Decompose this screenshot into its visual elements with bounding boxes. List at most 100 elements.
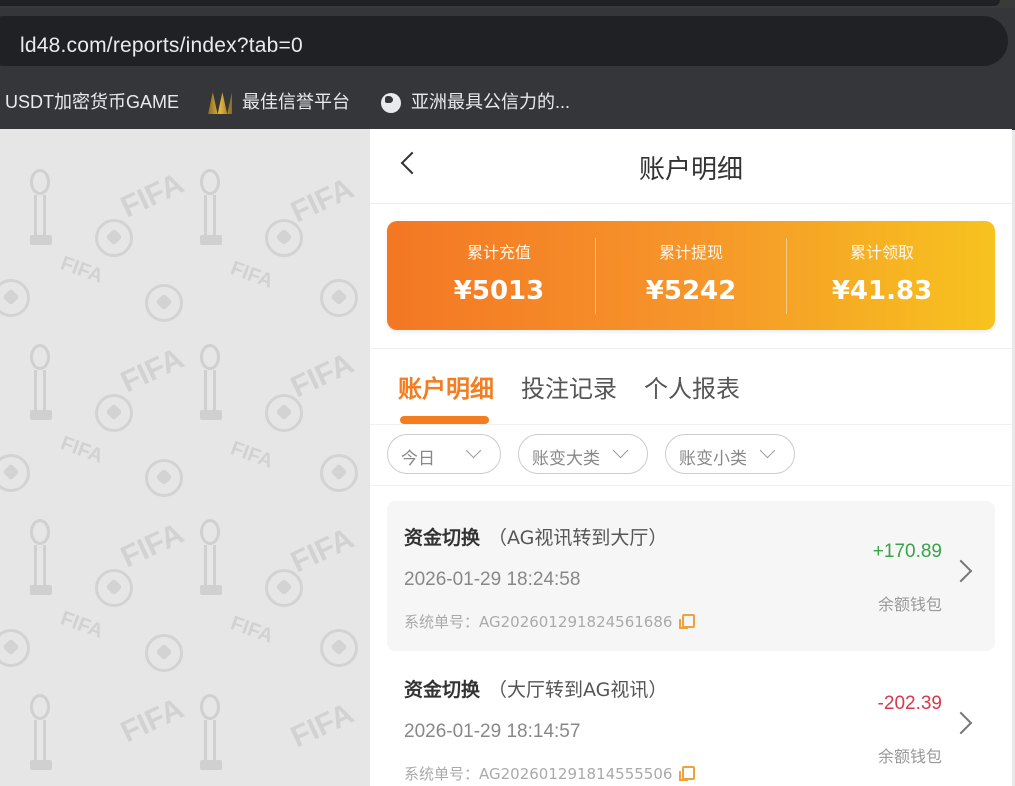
filter-label: 账变大类: [532, 449, 600, 469]
chevron-down-icon: [759, 442, 776, 459]
order-label: 系统单号：: [404, 613, 480, 631]
order-number: 系统单号：AG202601291824561686: [404, 611, 696, 632]
account-detail-panel: 账户明细 累计充值 ¥5013 累计提现 ¥5242 累计领取 ¥41.83 账…: [370, 129, 1012, 786]
stat-total-deposit: 累计充值 ¥5013: [404, 221, 594, 330]
order-value: AG202601291824561686: [479, 613, 673, 631]
fifa-watermark: FIFA: [115, 516, 189, 575]
active-tab-indicator: [400, 416, 489, 424]
soccer-ball-icon: [265, 569, 303, 607]
transaction-list: 资金切换 （AG视讯转到大厅） 2026-01-29 18:24:58 系统单号：…: [370, 486, 1012, 786]
bookmarks-bar: USDT加密货币GAME 最佳信誉平台 亚洲最具公信力的...: [0, 72, 1015, 130]
tab-account-detail[interactable]: 账户明细: [398, 369, 494, 404]
date-filter-dropdown[interactable]: 今日: [387, 434, 501, 474]
chevron-down-icon: [465, 442, 482, 459]
stat-label: 累计充值: [466, 243, 531, 262]
soccer-ball-icon: [145, 459, 183, 497]
soccer-ball-icon: [265, 394, 303, 432]
fifa-watermark: FIFA: [227, 437, 276, 473]
chevron-down-icon: [612, 442, 629, 459]
order-number: 系统单号：AG202601291814555506: [404, 763, 696, 784]
filter-bar: 今日 账变大类 账变小类: [370, 424, 1012, 485]
fifa-watermark: FIFA: [115, 166, 189, 225]
trophy-icon: [200, 694, 222, 774]
soccer-ball-icon: [320, 629, 358, 667]
transaction-amount: +170.89: [872, 541, 942, 562]
trophy-icon: [30, 519, 52, 599]
bookmark-usdt-game[interactable]: USDT加密货币GAME: [5, 88, 179, 114]
soccer-ball-icon: [265, 219, 303, 257]
browser-tab[interactable]: [0, 0, 1000, 6]
subcategory-filter-dropdown[interactable]: 账变小类: [665, 434, 795, 474]
stat-value: ¥5242: [645, 276, 737, 306]
transaction-detail: （大厅转到AG视讯）: [488, 679, 668, 701]
soccer-ball-icon: [0, 279, 30, 317]
fifa-watermark: FIFA: [227, 257, 276, 293]
fifa-watermark: FIFA: [57, 607, 106, 643]
filter-label: 账变小类: [679, 449, 747, 469]
transaction-row[interactable]: 资金切换 （大厅转到AG视讯） 2026-01-29 18:14:57 系统单号：…: [387, 653, 995, 786]
soccer-ball-icon: [0, 454, 30, 492]
chevron-right-icon[interactable]: [949, 711, 973, 735]
copy-icon[interactable]: [679, 766, 696, 781]
gold-logo-icon: [208, 92, 232, 115]
tab-personal-report[interactable]: 个人报表: [644, 369, 740, 404]
trophy-icon: [30, 694, 52, 774]
transaction-time: 2026-01-29 18:24:58: [404, 569, 581, 590]
soccer-ball-icon: [320, 279, 358, 317]
bookmark-asia-trusted[interactable]: 亚洲最具公信力的...: [381, 88, 570, 114]
soccer-ball-icon: [95, 219, 133, 257]
fifa-watermark: FIFA: [285, 696, 359, 755]
stat-total-withdraw: 累计提现 ¥5242: [596, 221, 786, 330]
fifa-watermark: FIFA: [115, 341, 189, 400]
background-pattern: FIFA FIFA FIFA FIFA FIFA FIFA FIFA FIFA …: [0, 129, 370, 786]
fifa-watermark: FIFA: [285, 346, 359, 405]
soccer-ball-icon: [145, 634, 183, 672]
transaction-title: 资金切换 （大厅转到AG视讯）: [404, 675, 667, 702]
transaction-title: 资金切换 （AG视讯转到大厅）: [404, 523, 667, 550]
chevron-right-icon[interactable]: [949, 559, 973, 583]
page-header: 账户明细: [370, 129, 1012, 204]
fifa-watermark: FIFA: [115, 691, 189, 750]
filter-label: 今日: [401, 449, 435, 469]
bookmark-best-platform[interactable]: 最佳信誉平台: [208, 88, 350, 115]
transaction-type: 资金切换: [404, 679, 481, 701]
summary-card: 累计充值 ¥5013 累计提现 ¥5242 累计领取 ¥41.83: [387, 221, 995, 330]
soccer-ball-icon: [145, 284, 183, 322]
trophy-icon: [200, 519, 222, 599]
tab-strip: [0, 0, 1015, 8]
tab-bet-records[interactable]: 投注记录: [521, 369, 617, 404]
wallet-label: 余额钱包: [877, 747, 942, 766]
url-text[interactable]: ld48.com/reports/index?tab=0: [20, 34, 303, 58]
page-title: 账户明细: [638, 155, 743, 185]
transaction-type: 资金切换: [404, 527, 481, 549]
fifa-watermark: FIFA: [285, 171, 359, 230]
copy-icon[interactable]: [679, 614, 696, 629]
fifa-watermark: FIFA: [227, 612, 276, 648]
stat-total-claimed: 累计领取 ¥41.83: [787, 221, 977, 330]
transaction-time: 2026-01-29 18:14:57: [404, 721, 581, 742]
fifa-watermark: FIFA: [57, 252, 106, 288]
stat-label: 累计领取: [849, 243, 914, 262]
order-label: 系统单号：: [404, 765, 480, 783]
order-value: AG202601291814555506: [479, 765, 673, 783]
soccer-ball-icon: [0, 629, 30, 667]
trophy-icon: [200, 169, 222, 249]
stat-label: 累计提现: [658, 243, 723, 262]
fifa-watermark: FIFA: [285, 521, 359, 580]
soccer-ball-icon: [95, 569, 133, 607]
stat-value: ¥5013: [453, 276, 545, 306]
trophy-icon: [30, 169, 52, 249]
transaction-detail: （AG视讯转到大厅）: [488, 527, 668, 549]
category-filter-dropdown[interactable]: 账变大类: [518, 434, 648, 474]
transaction-amount: -202.39: [877, 693, 942, 714]
trophy-icon: [30, 344, 52, 424]
address-bar: ld48.com/reports/index?tab=0: [0, 8, 1015, 72]
soccer-ball-icon: [95, 394, 133, 432]
soccer-ball-icon: [320, 454, 358, 492]
bookmark-label: USDT加密货币GAME: [5, 92, 180, 112]
globe-icon: [381, 93, 401, 114]
stat-value: ¥41.83: [831, 276, 933, 306]
transaction-row[interactable]: 资金切换 （AG视讯转到大厅） 2026-01-29 18:24:58 系统单号：…: [387, 501, 995, 651]
bookmark-label: 亚洲最具公信力的...: [411, 92, 571, 112]
fifa-watermark: FIFA: [57, 432, 106, 468]
